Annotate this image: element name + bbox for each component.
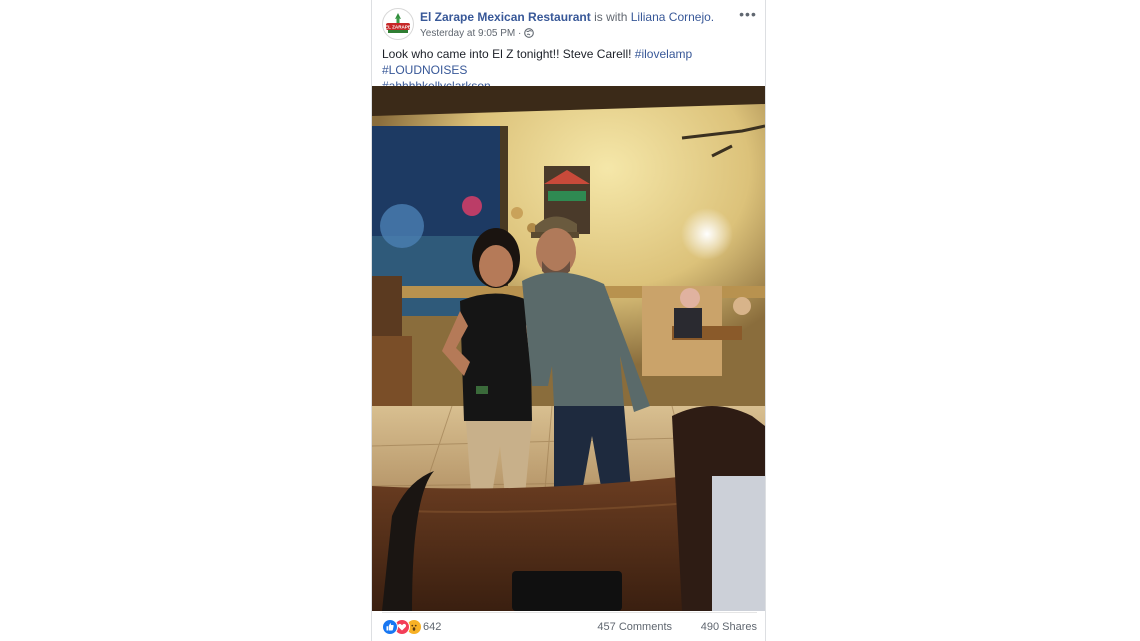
post-timestamp[interactable]: Yesterday at 9:05 PM [420, 28, 515, 39]
post-footer: 642 457 Comments 490 Shares [382, 612, 757, 641]
shares-count-link[interactable]: 490 Shares [701, 621, 757, 633]
svg-text:EL ZARAPE: EL ZARAPE [385, 25, 411, 30]
globe-icon [524, 28, 535, 43]
timestamp-separator: · [518, 28, 522, 39]
restaurant-photo [372, 86, 765, 611]
post-text-main: Look who came into El Z tonight!! Steve … [382, 47, 635, 61]
post-author-line: El Zarape Mexican Restaurant is with Lil… [420, 10, 727, 25]
page-name-link[interactable]: El Zarape Mexican Restaurant [420, 10, 591, 24]
post-header: EL ZARAPE El Zarape Mexican Restaurant i… [382, 7, 757, 44]
post-card: EL ZARAPE El Zarape Mexican Restaurant i… [371, 0, 766, 641]
el-zarape-logo-icon: EL ZARAPE [384, 10, 412, 38]
more-options-button[interactable]: ••• [739, 7, 757, 22]
post-meta: El Zarape Mexican Restaurant is with Lil… [420, 10, 727, 43]
like-icon [382, 619, 398, 635]
tagged-person-link[interactable]: Liliana Cornejo. [631, 10, 714, 24]
post-photo[interactable] [372, 86, 765, 611]
reaction-count[interactable]: 642 [423, 621, 441, 633]
page-avatar[interactable]: EL ZARAPE [382, 8, 414, 40]
with-text: is with [590, 10, 631, 24]
hashtag-link[interactable]: #LOUDNOISES [382, 63, 467, 77]
hashtag-link[interactable]: #ilovelamp [635, 47, 692, 61]
post-timestamp-line: Yesterday at 9:05 PM · [420, 27, 727, 43]
comments-count-link[interactable]: 457 Comments [597, 621, 672, 633]
